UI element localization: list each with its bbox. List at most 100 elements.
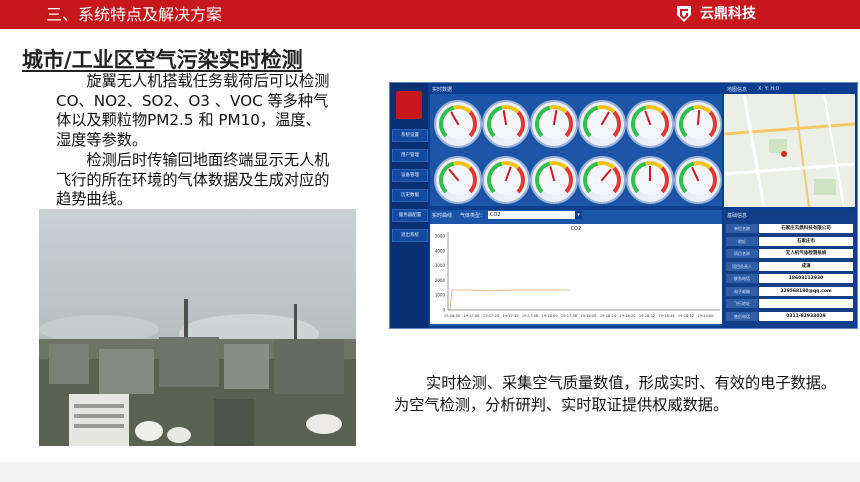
gas-type-value: CO2 [490,212,501,218]
info-key: 联系电话 [726,274,758,283]
y-tick-label: 2000 [435,278,446,283]
info-value: 无人机气体检测系统 [759,249,853,258]
nav-item: 退出系统 [392,229,428,242]
x-tick-label: 19:18:20 [619,314,636,318]
x-tick-label: 19:18:32 [639,314,655,318]
x-tick-label: 19:17:56 [561,314,578,318]
info-key: 单位名称 [726,224,758,233]
info-value: 成涛 [759,261,853,271]
info-header: 基础信息 [727,213,748,219]
info-key: 电子邮箱 [726,286,758,296]
info-key: 项目负责人 [726,261,758,271]
gas-gauge [674,156,722,204]
page-title: 城市/工业区空气污染实时检测 [22,48,303,72]
co2-series-line [449,289,570,311]
gas-gauge [434,156,482,204]
info-value: 0311-82933029 [759,311,853,321]
info-row: 项目名称 无人机气体检测系统 [726,249,853,259]
gas-gauge [482,156,530,204]
text-line: CO、NO2、SO2、O3 、VOC 等多种气 [56,91,329,110]
x-tick-label: 19:17:06 [463,314,480,318]
industrial-area-photo [39,209,356,446]
text-line: 实时检测、采集空气质量数值，形成实时、有效的电子数据。 [426,374,837,392]
curve-header: 实时曲线 [432,213,453,219]
paragraph-summary: 实时检测、采集空气质量数值，形成实时、有效的电子数据。 为空气检测，分析研判、实… [394,372,860,416]
nav-item: 历史数据 [392,189,428,202]
y-tick-label: 5000 [435,234,446,239]
chevron-down-icon[interactable]: ▾ [575,211,582,219]
info-value [759,299,853,308]
text-line: 检测后时传输回地面终端显示无人机 [56,151,330,169]
nav-item: 用户管理 [392,149,428,162]
info-row: 联系电话 18603112930 [726,274,853,284]
info-row: 项目负责人 成涛 [726,261,853,272]
info-value: 石家庄市 [759,236,853,246]
section-title: 三、系统特点及解决方案 [46,5,223,24]
y-tick-label: 3000 [435,263,446,268]
text-line: 体以及颗粒物PM2.5 和 PM10，温度、 [56,111,321,129]
y-tick-label: 4000 [435,248,446,253]
info-row: 电子邮箱 329568180@qq.com [726,286,853,297]
nav-item: 服务器配置 [392,209,428,222]
dashboard-sidebar: 系统设置 用户管理 设备管理 历史数据 服务器配置 退出系统 [390,83,428,328]
gas-gauge [674,100,722,148]
x-tick-label: 19:18:44 [658,314,675,318]
y-tick-label: 1000 [435,293,446,298]
realtime-header: 实时数据 [432,87,453,93]
paragraph-detection: 旋翼无人机搭载任务载荷后可以检测 CO、NO2、SO2、O3 、VOC 等多种气… [56,72,356,150]
info-row: 售后电话 0311-82933029 [726,311,853,322]
footer-band [0,462,860,482]
shield-logo-icon [677,6,691,22]
info-value: 18603112930 [759,274,853,283]
info-key: 售后电话 [726,311,758,321]
map-header: 地图信息 [727,87,748,93]
info-value: 石家庄云鼎科技有限公司 [759,224,853,233]
co2-trend-plot: CO2 5000 4000 3000 2000 1000 0 19:16:50 19:17:… [430,224,722,324]
y-tick-label: 0 [442,308,445,313]
text-line: 湿度等参数。 [56,130,148,149]
gas-gauge [578,100,626,148]
gas-gauge [578,156,626,204]
text-line: 为空气检测，分析研判、实时取证提供权威数据。 [394,396,729,414]
info-row: 地址 石家庄市 [726,236,853,247]
gas-type-label: 气体类型： [460,213,486,219]
x-tick-label: 19:19:00 [697,314,714,318]
brand-logo: 云鼎科技 [676,5,756,23]
x-tick-label: 19:18:08 [580,314,597,318]
info-key: 飞行地址 [726,299,758,308]
info-row: 飞行地址 [726,299,853,309]
x-tick-label: 19:17:48 [522,314,539,318]
gas-type-select[interactable]: CO2 ▾ [488,211,582,219]
x-tick-label: 19:17:24 [483,314,500,318]
app-logo-icon [396,91,422,119]
gas-gauge [434,100,482,148]
gas-gauge [530,100,578,148]
text-line: 旋翼无人机搭载任务载荷后可以检测 [56,72,330,90]
info-key: 项目名称 [726,249,758,258]
brand-name: 云鼎科技 [700,6,756,22]
gauge-panel [430,94,722,206]
x-tick-label: 19:18:24 [600,314,617,318]
text-line: 飞行的所在环境的气体数据及生成对应的 [56,170,330,189]
x-tick-label: 19:17:32 [502,314,518,318]
header-bar: 三、系统特点及解决方案 云鼎科技 [0,0,860,29]
x-tick-label: 19:18:52 [678,314,694,318]
map-coords: X: Y: H:0 [758,86,779,92]
basic-info-panel: 基础信息 单位名称 石家庄云鼎科技有限公司 地址 石家庄市 项目名称 无人机气体检测系统项… [724,210,855,326]
info-value: 329568180@qq.com [759,286,853,296]
x-tick-label: 19:16:50 [444,314,461,318]
nav-item: 设备管理 [392,169,428,182]
info-key: 地址 [726,236,758,246]
plot-title: CO2 [571,226,582,232]
text-line: 趋势曲线。 [56,190,132,208]
gas-gauge [530,156,578,204]
info-row: 单位名称 石家庄云鼎科技有限公司 [726,224,853,234]
gas-gauge [626,100,674,148]
paragraph-transmission: 检测后时传输回地面终端显示无人机 飞行的所在环境的气体数据及生成对应的 趋势曲线… [56,151,356,210]
monitoring-software-screenshot: 系统设置 用户管理 设备管理 历史数据 服务器配置 退出系统 实时数据 地图信息… [389,82,858,329]
map-view [724,94,855,207]
gas-gauge [482,100,530,148]
gas-gauge [626,156,674,204]
nav-item: 系统设置 [392,129,428,142]
x-tick-label: 19:18:00 [541,314,558,318]
